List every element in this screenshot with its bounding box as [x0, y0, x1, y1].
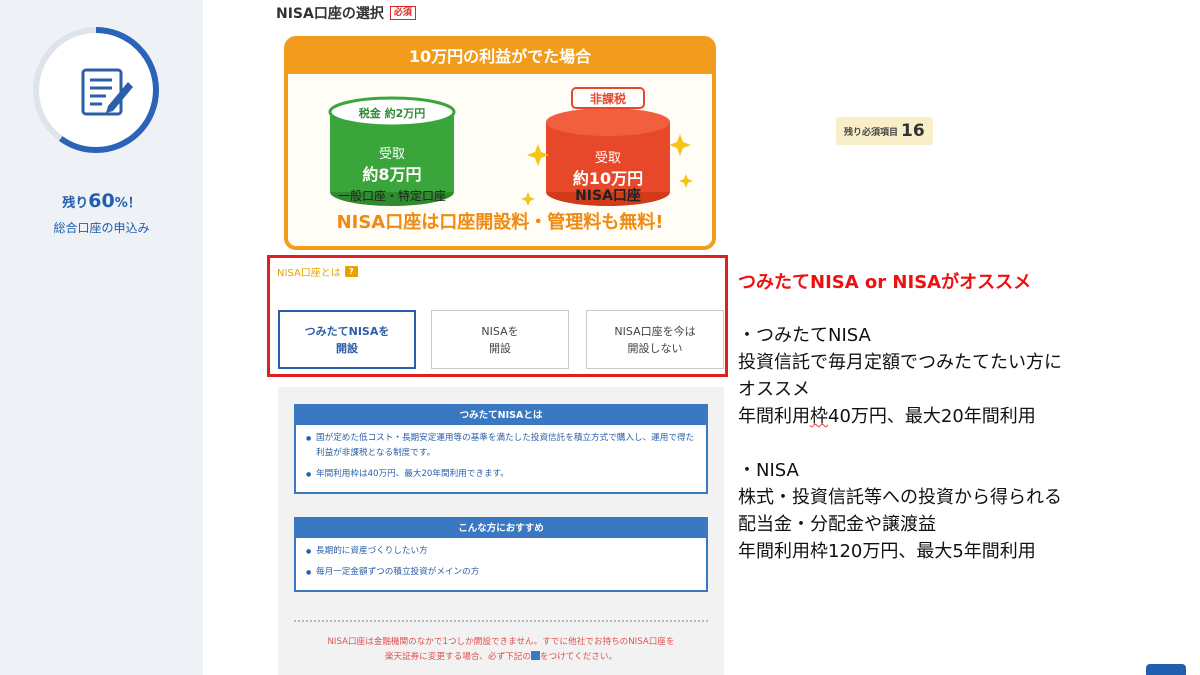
sparkle-icon	[527, 144, 549, 166]
skip-nisa-button[interactable]: NISA口座を今は 開設しない	[586, 310, 724, 369]
tsumitate-about-heading: つみたてNISAとは	[296, 406, 706, 425]
tsumitate-info-panel: つみたてNISAとは 国が定めた低コスト・長期安定運用等の基準を満たした投資信託…	[278, 387, 724, 675]
application-subtitle: 総合口座の申込み	[53, 221, 150, 235]
notice-line-2b: をつけてください。	[540, 652, 618, 662]
remaining-percent: 60	[88, 190, 115, 212]
recommend-card: こんな方におすすめ 長期的に資産づくりしたい方 毎月一定金額ずつの積立投資がメイ…	[294, 517, 708, 592]
annotation-text: 枠	[810, 406, 828, 427]
svg-text:税金 約2万円: 税金 約2万円	[359, 106, 426, 120]
annotation-nisa-line-2: 配当金・分配金や譲渡益	[738, 514, 936, 535]
remaining-required-label: 残り必須項目	[844, 127, 899, 138]
required-badge: 必須	[389, 6, 416, 20]
notice-line-2a: 楽天証券に変更する場合、必ず下記の	[384, 652, 531, 662]
progress-panel: 残り60%！ 総合口座の申込み	[0, 0, 203, 675]
list-item: 年間利用枠は40万円、最大20年間利用できます。	[306, 467, 698, 482]
banner-heading: 10万円の利益がでた場合	[288, 40, 712, 74]
general-receive-value: 約8万円	[362, 165, 421, 184]
remaining-required-badge: 残り必須項目 16	[836, 117, 933, 145]
open-tsumitate-nisa-button[interactable]: つみたてNISAを 開設	[278, 310, 416, 369]
annotation-nisa-line-1: 株式・投資信託等への投資から得られる	[738, 487, 1062, 508]
divider	[294, 620, 708, 622]
list-item: 国が定めた低コスト・長期安定運用等の基準を満たした投資信託を積立方式で購入し、運…	[306, 431, 698, 461]
nisa-receive-label: 受取	[595, 151, 621, 166]
about-nisa-label[interactable]: NISA口座とは	[277, 264, 341, 279]
annotation-tsumitate-line-1: 投資信託で毎月定額でつみたてたい方に	[738, 352, 1062, 373]
tax-prefix: 税金	[359, 106, 382, 120]
section-title: NISA口座の選択 必須	[276, 3, 416, 23]
annotation-nisa-line-3: 年間利用枠120万円、最大5年間利用	[738, 541, 1036, 562]
annotation-title: つみたてNISA or NISAがオススメ	[738, 272, 1032, 293]
tax-free-label: 非課税	[590, 91, 626, 106]
annotation-text: 40万円、最大20年間利用	[828, 406, 1036, 427]
annotation-nisa-head: ・NISA	[738, 460, 799, 481]
about-nisa-link[interactable]: NISA口座とは ?	[277, 264, 358, 279]
sparkle-icon	[521, 192, 535, 206]
recommend-heading: こんな方におすすめ	[296, 519, 706, 538]
checkbox-icon	[531, 651, 540, 660]
open-nisa-button[interactable]: NISAを 開設	[431, 310, 569, 369]
tax-value: 約2万円	[385, 106, 426, 120]
list-item: 長期的に資産づくりしたい方	[306, 544, 698, 559]
list-item: 毎月一定金額ずつの積立投資がメインの方	[306, 565, 698, 580]
sparkle-icon	[679, 174, 693, 188]
progress-remaining: 残り60%！	[0, 190, 203, 212]
annotation-tsumitate-head: ・つみたてNISA	[738, 325, 871, 346]
banner-footer: NISA口座は口座開設料・管理料も無料!	[336, 212, 664, 233]
scroll-top-button[interactable]	[1146, 664, 1186, 675]
remaining-required-count: 16	[901, 121, 925, 141]
annotation: つみたてNISA or NISAがオススメ ・つみたてNISA 投資信託で毎月定…	[738, 268, 1200, 565]
annotation-text: 年間利用	[738, 406, 810, 427]
remaining-prefix: 残り	[62, 196, 89, 211]
remaining-suffix: %！	[114, 196, 141, 211]
tsumitate-about-card: つみたてNISAとは 国が定めた低コスト・長期安定運用等の基準を満たした投資信託…	[294, 404, 708, 494]
general-account-label: 一般口座・特定口座	[337, 189, 446, 203]
help-icon[interactable]: ?	[344, 266, 358, 277]
sparkle-icon	[669, 134, 691, 156]
annotation-tsumitate-line-2: オススメ	[738, 379, 810, 400]
section-title-text: NISA口座の選択	[276, 6, 384, 22]
nisa-account-label: NISA口座	[575, 188, 641, 204]
nisa-benefit-banner: 10万円の利益がでた場合 税金 約2万円 受取 約8万円 非課税 受取 約10万…	[284, 36, 716, 250]
nisa-notice: NISA口座は金融機関のなかで1つしか開設できません。すでに他社でお持ちのNIS…	[294, 635, 708, 665]
document-edit-icon	[81, 68, 133, 116]
notice-line-1: NISA口座は金融機関のなかで1つしか開設できません。すでに他社でお持ちのNIS…	[327, 637, 675, 647]
annotation-tsumitate-line-3: 年間利用枠40万円、最大20年間利用	[738, 403, 1200, 430]
general-receive-label: 受取	[379, 147, 405, 162]
nisa-selection-highlight: NISA口座とは ? つみたてNISAを 開設 NISAを 開設 NISA口座を…	[267, 255, 728, 377]
